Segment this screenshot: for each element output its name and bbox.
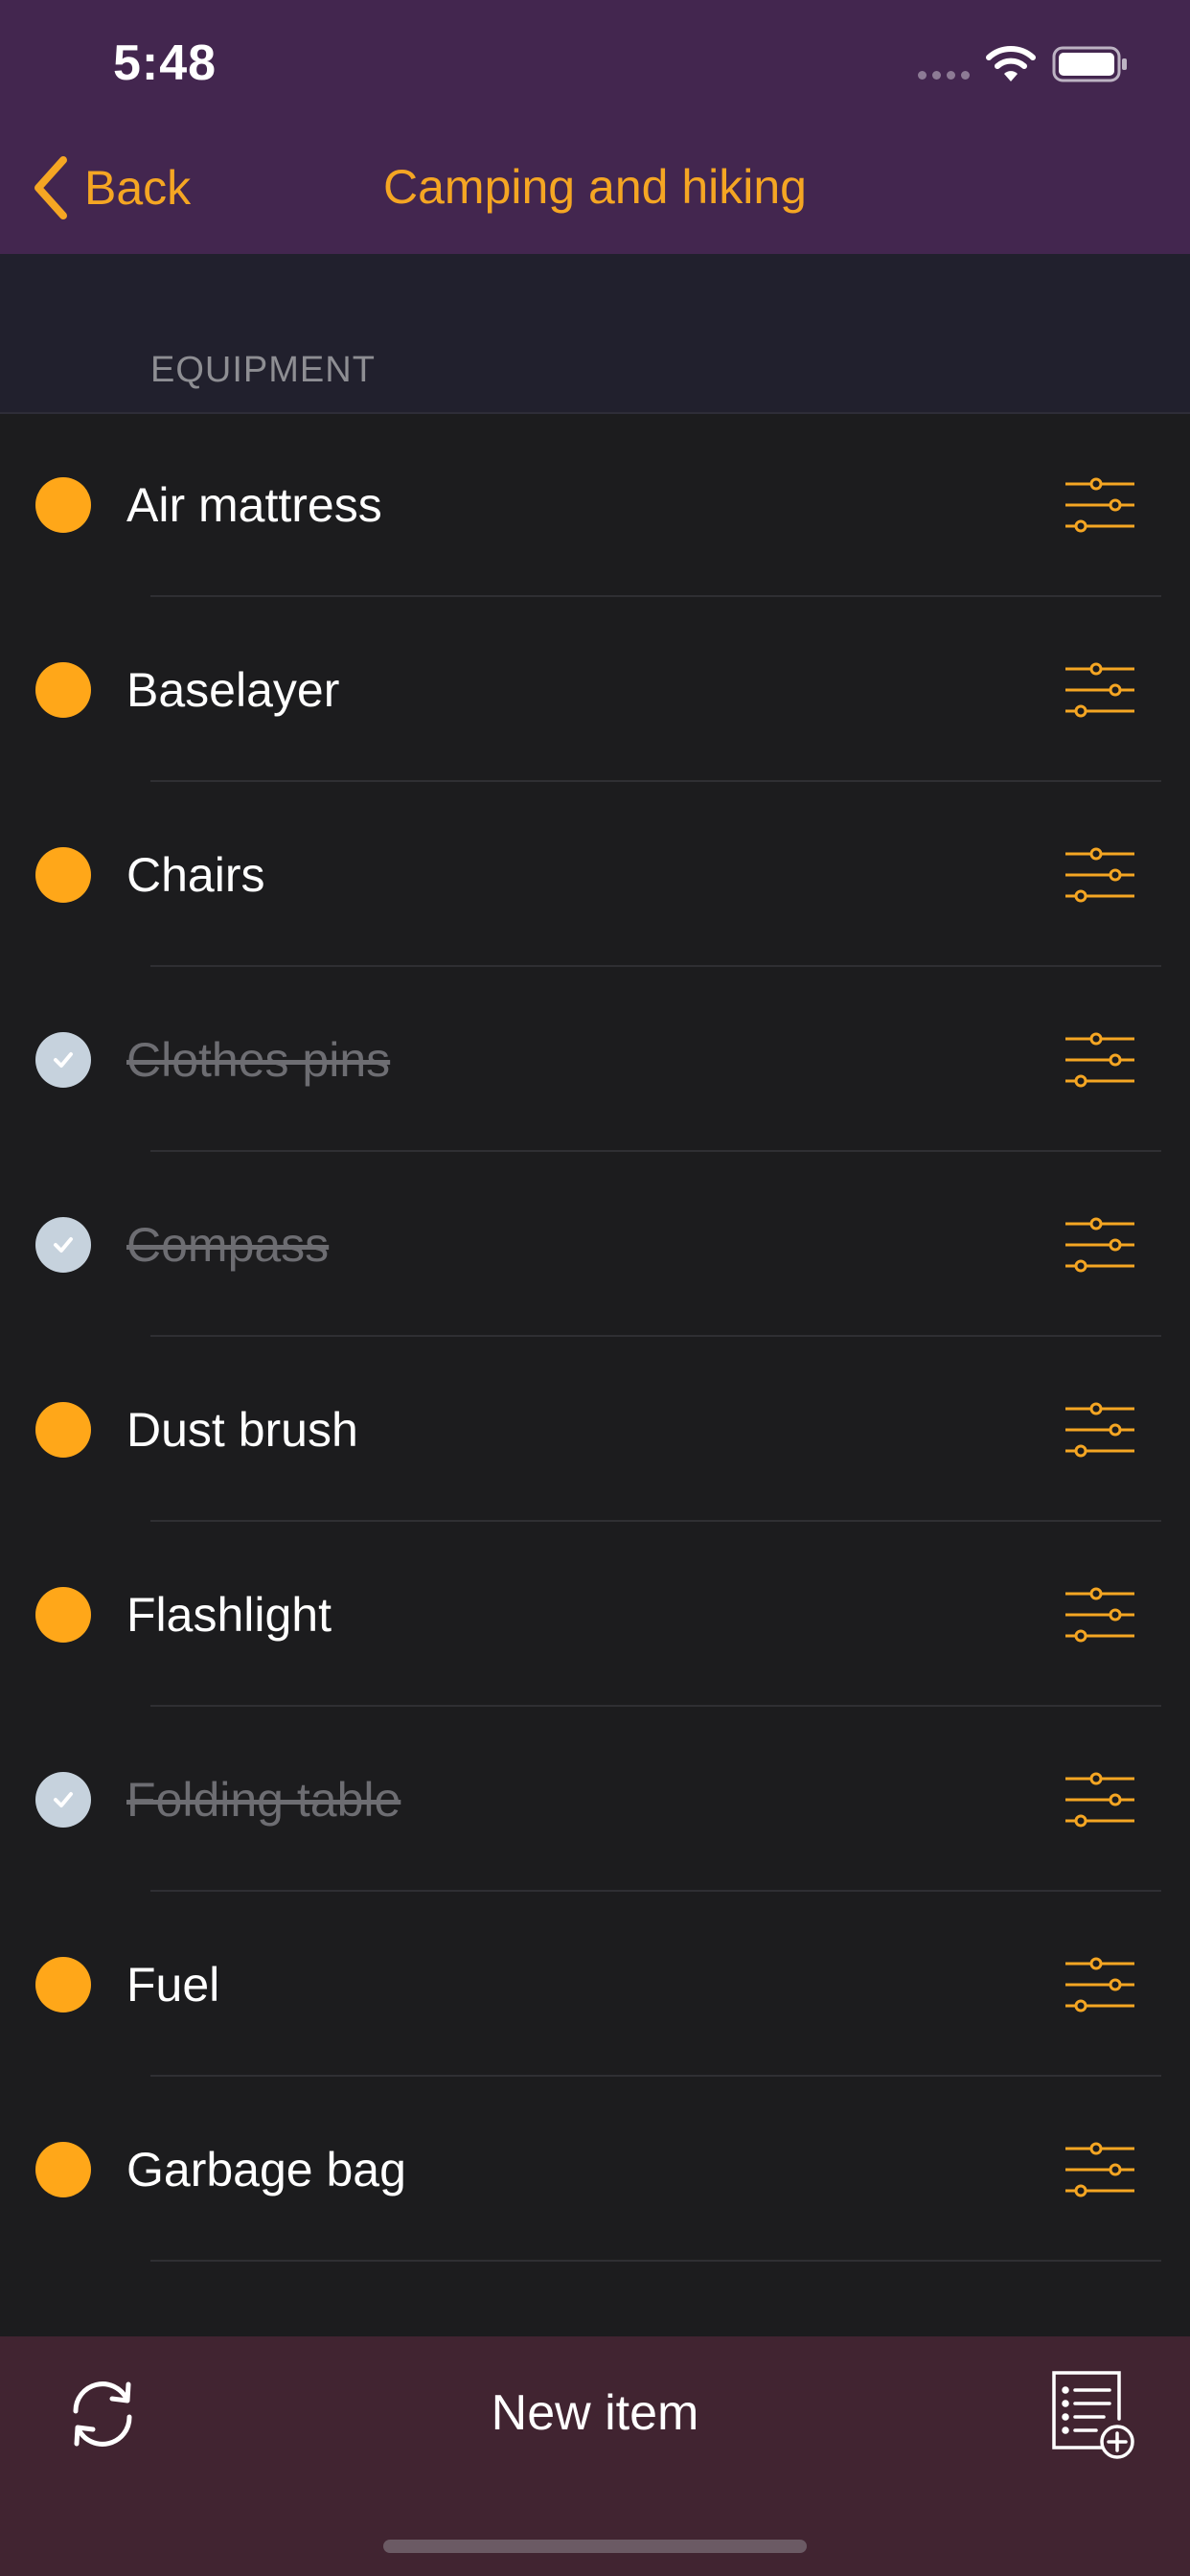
list-item[interactable]: Chairs bbox=[0, 782, 1190, 967]
list-item[interactable]: Garbage bag bbox=[0, 2077, 1190, 2262]
checkmark-icon bbox=[54, 1051, 73, 1068]
sliders-icon[interactable] bbox=[1062, 1771, 1138, 1828]
item-label: Baselayer bbox=[126, 662, 340, 717]
item-list[interactable]: Air mattress Baselayer Chairs Clothes pi… bbox=[0, 412, 1190, 2327]
sliders-icon[interactable] bbox=[1062, 1401, 1138, 1459]
sliders-icon[interactable] bbox=[1062, 1586, 1138, 1644]
check-circle[interactable] bbox=[35, 1401, 91, 1458]
section-header: EQUIPMENT bbox=[0, 254, 1190, 414]
battery-icon bbox=[1052, 46, 1127, 82]
bottom-toolbar: New item bbox=[0, 2336, 1190, 2576]
list-item[interactable]: Clothes pins bbox=[0, 967, 1190, 1152]
item-label: Compass bbox=[126, 1217, 330, 1272]
sliders-icon[interactable] bbox=[1062, 2326, 1138, 2328]
new-item-button[interactable]: New item bbox=[0, 2384, 1190, 2442]
add-list-icon[interactable] bbox=[1050, 2369, 1134, 2461]
item-label: Folding table bbox=[126, 1772, 401, 1827]
sliders-icon[interactable] bbox=[1062, 1031, 1138, 1089]
check-circle[interactable] bbox=[35, 1216, 91, 1273]
list-item[interactable]: Baselayer bbox=[0, 597, 1190, 782]
check-circle[interactable] bbox=[35, 2326, 91, 2327]
check-circle[interactable] bbox=[35, 2141, 91, 2197]
cellular-signal-icon bbox=[918, 71, 970, 80]
list-item[interactable]: Air mattress bbox=[0, 412, 1190, 597]
sliders-icon[interactable] bbox=[1062, 661, 1138, 719]
item-label: Flashlight bbox=[126, 1587, 332, 1642]
sliders-icon[interactable] bbox=[1062, 846, 1138, 904]
item-label: Clothes pins bbox=[126, 1032, 391, 1087]
item-label: Air mattress bbox=[126, 477, 382, 532]
page-title: Camping and hiking bbox=[383, 160, 807, 214]
item-label: Dust brush bbox=[126, 1402, 358, 1457]
section-title: EQUIPMENT bbox=[150, 350, 376, 390]
checkmark-icon bbox=[54, 1791, 73, 1807]
home-indicator bbox=[383, 2540, 807, 2553]
item-label: Garbage bag bbox=[126, 2142, 406, 2196]
check-circle[interactable] bbox=[35, 1031, 91, 1088]
list-item[interactable]: Folding table bbox=[0, 1707, 1190, 1892]
check-circle[interactable] bbox=[35, 661, 91, 718]
list-item[interactable]: Compass bbox=[0, 1152, 1190, 1337]
sliders-icon[interactable] bbox=[1062, 2141, 1138, 2198]
navigation-header: 5:48 Back Camping and hiking bbox=[0, 0, 1190, 254]
check-circle[interactable] bbox=[35, 476, 91, 533]
check-circle[interactable] bbox=[35, 1956, 91, 2012]
check-circle[interactable] bbox=[35, 1771, 91, 1828]
status-time: 5:48 bbox=[113, 35, 217, 91]
sliders-icon[interactable] bbox=[1062, 476, 1138, 534]
wifi-icon bbox=[986, 46, 1036, 81]
check-circle[interactable] bbox=[35, 846, 91, 903]
list-item[interactable]: Fuel bbox=[0, 1892, 1190, 2077]
item-label: Chairs bbox=[126, 847, 265, 902]
sliders-icon[interactable] bbox=[1062, 1956, 1138, 2013]
check-circle[interactable] bbox=[35, 1586, 91, 1643]
item-label: Fuel bbox=[126, 1957, 220, 2012]
app-screen: 5:48 Back Camping and hiking EQUIPMENT A… bbox=[0, 0, 1190, 2576]
sliders-icon[interactable] bbox=[1062, 1216, 1138, 1274]
list-item[interactable] bbox=[0, 2262, 1190, 2327]
checkmark-icon bbox=[54, 1236, 73, 1253]
list-item[interactable]: Dust brush bbox=[0, 1337, 1190, 1522]
list-item[interactable]: Flashlight bbox=[0, 1522, 1190, 1707]
